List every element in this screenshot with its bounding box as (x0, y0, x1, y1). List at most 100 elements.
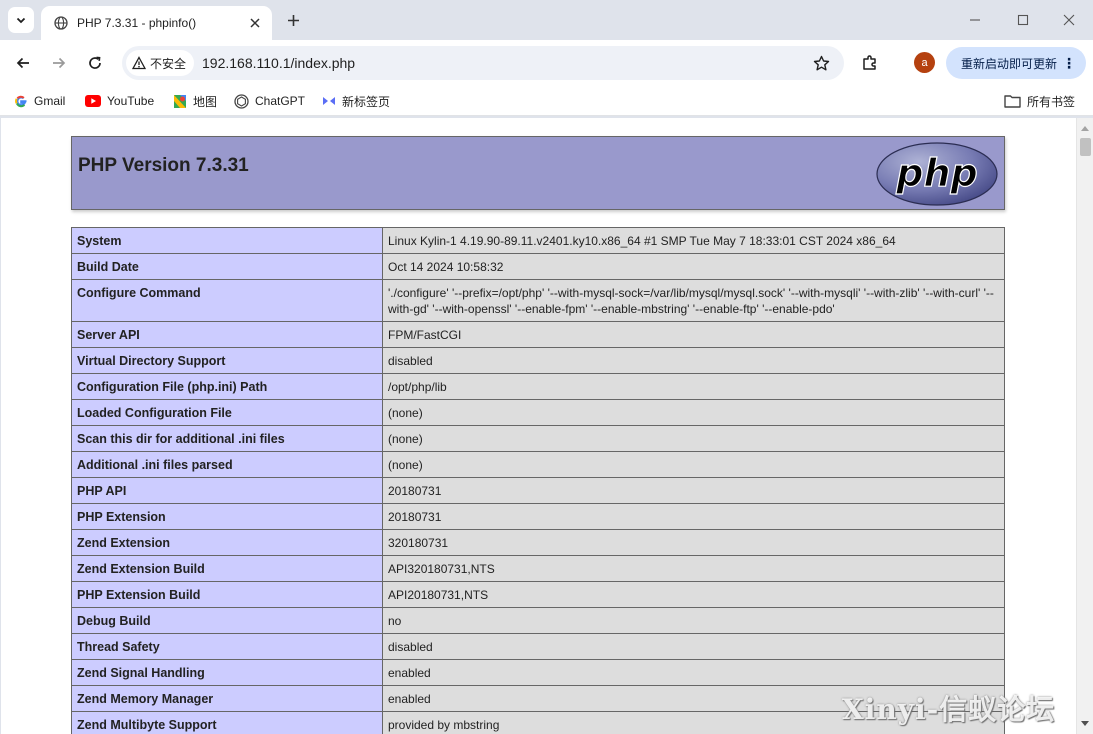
row-label: Debug Build (71, 607, 383, 634)
row-value: (none) (382, 425, 1005, 452)
php-logo-text: php (895, 151, 977, 195)
row-label: Virtual Directory Support (71, 347, 383, 374)
row-label: System (71, 227, 383, 254)
row-label: PHP API (71, 477, 383, 504)
bookmark-label: ChatGPT (255, 94, 306, 108)
star-icon (813, 55, 829, 70)
more-menu-icon[interactable]: ⋮ (1062, 55, 1076, 71)
row-label: PHP Extension Build (71, 581, 383, 608)
bookmark-new-tab[interactable]: 新标签页 (322, 91, 390, 111)
new-tab-button[interactable] (282, 9, 304, 31)
scroll-up-arrow-icon[interactable] (1077, 122, 1093, 134)
php-logo: php (876, 142, 998, 206)
profile-avatar[interactable]: a (914, 52, 935, 73)
row-label: Configure Command (71, 279, 383, 322)
warning-icon (132, 56, 146, 70)
url-text[interactable]: 192.168.110.1/index.php (202, 46, 355, 80)
row-value: Oct 14 2024 10:58:32 (382, 253, 1005, 280)
tab-search-button[interactable] (8, 7, 34, 33)
bookmark-youtube[interactable]: YouTube (85, 91, 154, 111)
minimize-button[interactable] (961, 8, 989, 32)
table-row: Loaded Configuration File (none) (71, 399, 1005, 426)
maximize-icon (1017, 14, 1029, 26)
table-row: Thread Safety disabled (71, 633, 1005, 660)
bookmark-chatgpt[interactable]: ChatGPT (234, 91, 305, 111)
update-label: 重新启动即可更新 (961, 56, 1058, 71)
table-row: Zend Extension 320180731 (71, 529, 1005, 556)
close-window-button[interactable] (1055, 8, 1083, 32)
security-label: 不安全 (150, 56, 187, 71)
bookmark-maps[interactable]: 地图 (173, 91, 217, 111)
close-icon (1063, 14, 1075, 26)
arrow-left-icon (16, 57, 29, 69)
table-row: Scan this dir for additional .ini files(… (71, 425, 1005, 452)
minimize-icon (970, 19, 980, 21)
watermark: Xinyi-信蚁论坛 (842, 693, 1056, 726)
update-button[interactable]: 重新启动即可更新 ⋮ (946, 47, 1086, 79)
google-icon (14, 94, 28, 108)
browser-toolbar: 不安全 192.168.110.1/index.php a 重新启动即可更新 ⋮ (0, 40, 1093, 86)
reload-button[interactable] (81, 49, 109, 77)
row-label: Build Date (71, 253, 383, 280)
table-row: PHP Extension Build API20180731,NTS (71, 581, 1005, 608)
chatgpt-icon (234, 93, 249, 109)
row-label: PHP Extension (71, 503, 383, 530)
arrow-right-icon (53, 57, 66, 69)
puzzle-icon (863, 55, 876, 70)
maps-icon (173, 94, 187, 109)
row-label: Zend Signal Handling (71, 659, 383, 686)
plus-icon (287, 14, 299, 26)
row-label: Zend Extension (71, 529, 383, 556)
bookmark-label: 地图 (193, 94, 218, 109)
folder-icon (1004, 94, 1021, 108)
page-viewport: PHP Version 7.3.31 php System Linux Kylin… (1, 118, 1076, 734)
row-value: 320180731 (382, 529, 1005, 556)
row-label: Zend Multibyte Support (71, 711, 383, 734)
page-scrollbar[interactable] (1076, 118, 1093, 734)
new-tab-page-icon (322, 95, 336, 107)
row-value: API20180731,NTS (382, 581, 1005, 608)
php-header: PHP Version 7.3.31 php (71, 136, 1005, 210)
row-value: Linux Kylin-1 4.19.90-89.11.v2401.ky10.x… (382, 227, 1005, 254)
table-row: System Linux Kylin-1 4.19.90-89.11.v2401.… (71, 227, 1005, 254)
bookmark-label: Gmail (34, 94, 66, 108)
extensions-button[interactable] (858, 51, 882, 75)
page-title: PHP Version 7.3.31 (78, 155, 249, 176)
row-label: Server API (71, 321, 383, 348)
all-bookmarks-button[interactable]: 所有书签 (1004, 91, 1075, 111)
table-row: Build Date Oct 14 2024 10:58:32 (71, 253, 1005, 280)
bookmark-gmail[interactable]: Gmail (14, 91, 65, 111)
close-tab-icon[interactable] (246, 14, 264, 32)
back-button[interactable] (9, 49, 37, 77)
row-label: Zend Extension Build (71, 555, 383, 582)
forward-button[interactable] (45, 49, 73, 77)
row-value: no (382, 607, 1005, 634)
security-chip[interactable]: 不安全 (126, 50, 195, 76)
maximize-button[interactable] (1009, 8, 1037, 32)
scroll-down-arrow-icon[interactable] (1077, 718, 1093, 730)
table-row: PHP API 20180731 (71, 477, 1005, 504)
row-value: (none) (382, 399, 1005, 426)
table-row: Configure Command './configure' '--prefix… (71, 279, 1005, 322)
all-bookmarks-label: 所有书签 (1027, 94, 1076, 109)
row-value: disabled (382, 347, 1005, 374)
table-row: Zend Extension Build API320180731,NTS (71, 555, 1005, 582)
row-value: 20180731 (382, 503, 1005, 530)
address-bar[interactable]: 不安全 192.168.110.1/index.php (122, 46, 844, 80)
row-label: Loaded Configuration File (71, 399, 383, 426)
chevron-down-icon (16, 17, 26, 24)
table-row: PHP Extension 20180731 (71, 503, 1005, 530)
scroll-thumb[interactable] (1080, 138, 1091, 156)
globe-icon (53, 15, 69, 31)
active-tab[interactable]: PHP 7.3.31 - phpinfo() (41, 6, 272, 40)
table-row: Additional .ini files parsed (none) (71, 451, 1005, 478)
row-label: Scan this dir for additional .ini files (71, 425, 383, 452)
row-label: Additional .ini files parsed (71, 451, 383, 478)
bookmark-star-button[interactable] (810, 52, 832, 74)
php-info-table: System Linux Kylin-1 4.19.90-89.11.v2401.… (71, 227, 1005, 734)
table-row: Configuration File (php.ini) Path/opt/ph… (71, 373, 1005, 400)
bookmark-label: 新标签页 (342, 94, 391, 109)
tab-strip: PHP 7.3.31 - phpinfo() (0, 0, 1093, 40)
row-value: disabled (382, 633, 1005, 660)
row-value: (none) (382, 451, 1005, 478)
